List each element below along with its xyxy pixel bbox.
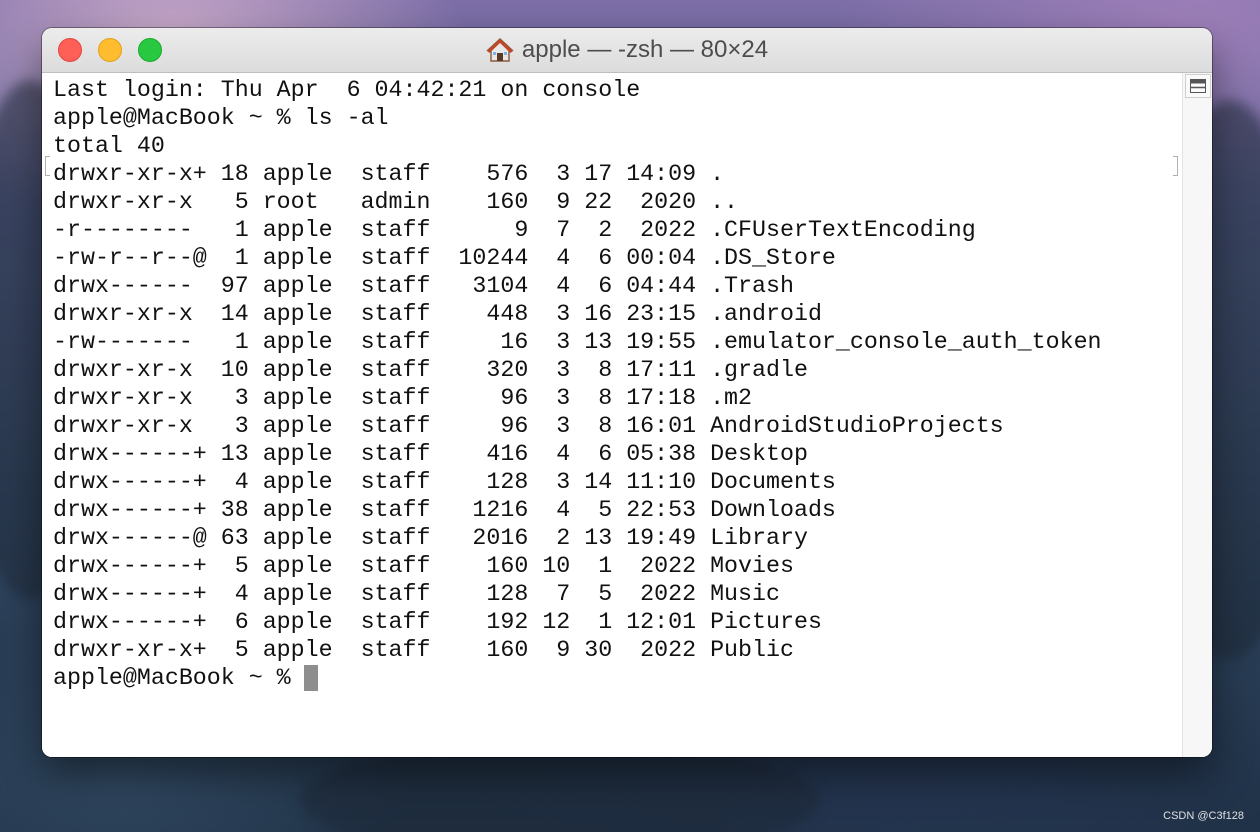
terminal-line: drwxr-xr-x+ 5 apple staff 160 9 30 2022 …: [53, 637, 794, 663]
terminal-line: drwxr-xr-x 3 apple staff 96 3 8 17:18 .m…: [53, 385, 753, 411]
terminal-prompt-line: apple@MacBook ~ %: [53, 665, 305, 691]
terminal-line: drwx------@ 63 apple staff 2016 2 13 19:…: [53, 525, 808, 551]
split-pane-button[interactable]: [1185, 74, 1211, 98]
terminal-line: drwxr-xr-x 3 apple staff 96 3 8 16:01 An…: [53, 413, 1004, 439]
terminal-line: drwxr-xr-x 5 root admin 160 9 22 2020 ..: [53, 189, 739, 215]
terminal-line: -r-------- 1 apple staff 9 7 2 2022 .CFU…: [53, 217, 976, 243]
terminal-line: drwxr-xr-x 14 apple staff 448 3 16 23:15…: [53, 301, 822, 327]
terminal-line: -rw-r--r--@ 1 apple staff 10244 4 6 00:0…: [53, 245, 836, 271]
command-mark-right: [1173, 156, 1178, 176]
terminal-output[interactable]: Last login: Thu Apr 6 04:42:21 on consol…: [42, 73, 1182, 757]
command-mark-left: [45, 156, 50, 176]
terminal-line: apple@MacBook ~ % ls -al: [53, 105, 389, 131]
house-icon: [486, 38, 514, 62]
terminal-window: apple — -zsh — 80×24 Last login: Thu Apr…: [42, 28, 1212, 757]
terminal-line: Last login: Thu Apr 6 04:42:21 on consol…: [53, 77, 641, 103]
terminal-line: drwx------+ 4 apple staff 128 3 14 11:10…: [53, 469, 836, 495]
terminal-line: drwx------+ 13 apple staff 416 4 6 05:38…: [53, 441, 808, 467]
terminal-line: drwx------+ 6 apple staff 192 12 1 12:01…: [53, 609, 822, 635]
terminal-line: drwxr-xr-x+ 18 apple staff 576 3 17 14:0…: [53, 161, 725, 187]
terminal-line: total 40: [53, 133, 165, 159]
terminal-line: drwx------+ 38 apple staff 1216 4 5 22:5…: [53, 497, 836, 523]
title-bar[interactable]: apple — -zsh — 80×24: [42, 28, 1212, 73]
window-title: apple — -zsh — 80×24: [521, 36, 769, 63]
window-title-group: apple — -zsh — 80×24: [42, 28, 1212, 72]
split-pane-icon: [1190, 79, 1206, 93]
terminal-line: drwx------+ 5 apple staff 160 10 1 2022 …: [53, 553, 794, 579]
terminal-line: drwx------+ 4 apple staff 128 7 5 2022 M…: [53, 581, 780, 607]
vertical-scrollbar[interactable]: [1182, 73, 1212, 757]
terminal-line: drwxr-xr-x 10 apple staff 320 3 8 17:11 …: [53, 357, 808, 383]
text-cursor: [304, 665, 318, 691]
terminal-line: -rw------- 1 apple staff 16 3 13 19:55 .…: [53, 329, 1102, 355]
watermark: CSDN @C3f128: [1163, 810, 1244, 822]
terminal-line: drwx------ 97 apple staff 3104 4 6 04:44…: [53, 273, 794, 299]
